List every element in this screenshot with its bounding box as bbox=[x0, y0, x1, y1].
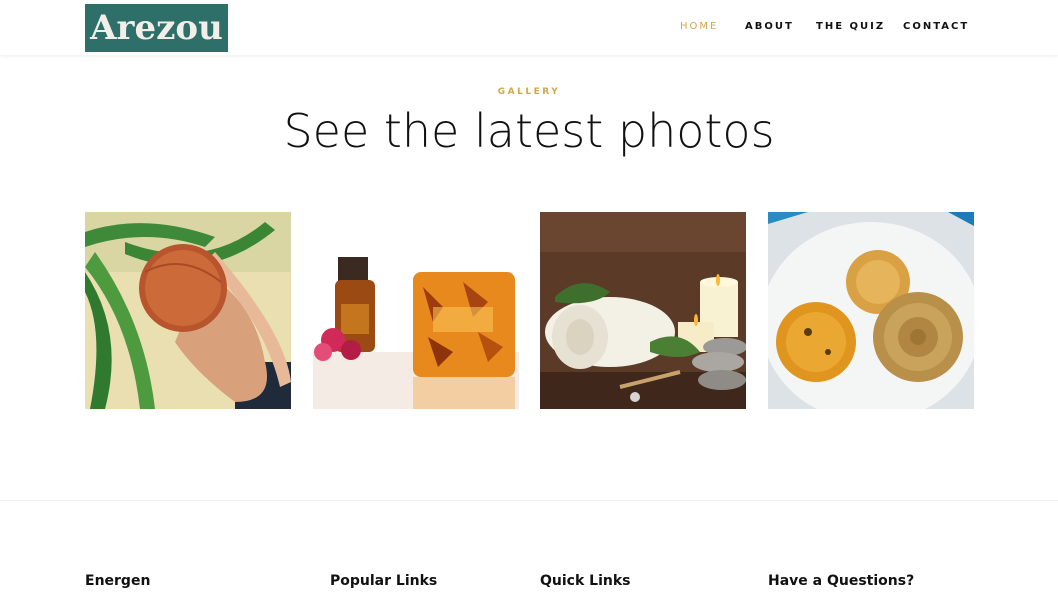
nav-about[interactable]: ABOUT bbox=[745, 21, 794, 32]
footer-heading-popular-links: Popular Links bbox=[330, 573, 438, 589]
gallery-photo-3[interactable] bbox=[540, 212, 746, 409]
soap-hand-image bbox=[85, 212, 291, 409]
footer-heading-questions: Have a Questions? bbox=[768, 573, 915, 589]
footer-heading-quick-links: Quick Links bbox=[540, 573, 631, 589]
gallery-title: See the latest photos bbox=[283, 104, 775, 158]
gallery-photo-2[interactable] bbox=[313, 212, 519, 409]
gallery-eyebrow: GALLERY bbox=[497, 87, 561, 97]
spa-towel-candles-image bbox=[540, 212, 746, 409]
gallery-photo-4[interactable] bbox=[768, 212, 974, 409]
oil-bottle-soap-image bbox=[313, 212, 519, 409]
site-header: Arezou HOME ABOUT THE QUIZ CONTACT bbox=[0, 0, 1058, 55]
gallery-photo-1[interactable] bbox=[85, 212, 291, 409]
footer-heading-energen: Energen bbox=[85, 573, 151, 589]
nav-the-quiz[interactable]: THE QUIZ bbox=[816, 21, 885, 32]
nav-home[interactable]: HOME bbox=[680, 21, 718, 32]
main-nav: HOME ABOUT THE QUIZ CONTACT bbox=[0, 21, 1058, 35]
amber-soaps-image bbox=[768, 212, 974, 409]
footer-divider bbox=[0, 500, 1058, 501]
nav-contact[interactable]: CONTACT bbox=[903, 21, 969, 32]
